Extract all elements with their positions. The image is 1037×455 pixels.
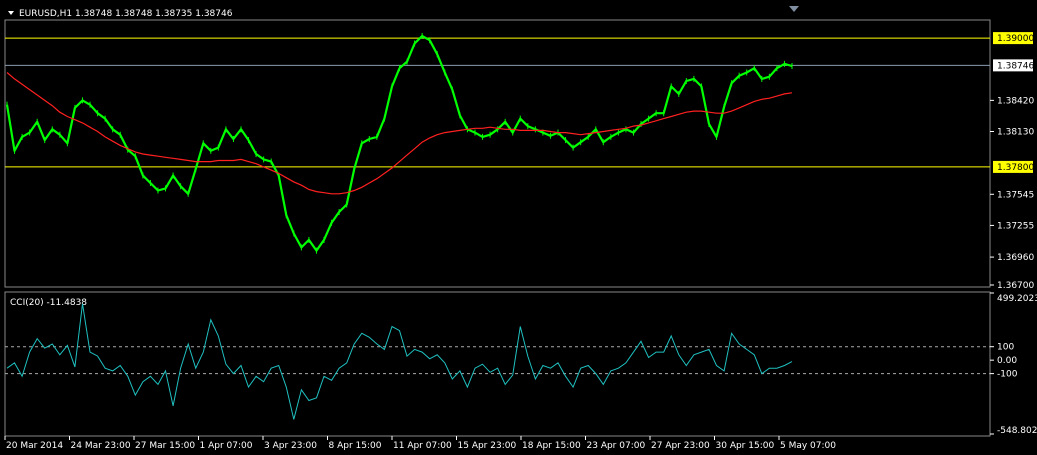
x-tick-label: 23 Apr 07:00 [587, 441, 646, 451]
trading-chart[interactable]: EURUSD,H1 1.38748 1.38748 1.38735 1.3874… [0, 0, 1037, 455]
y-tick-label: 1.36960 [997, 253, 1034, 263]
symbol-dropdown-icon[interactable] [8, 11, 14, 15]
x-tick-label: 11 Apr 07:00 [393, 441, 452, 451]
x-tick-label: 15 Apr 23:00 [458, 441, 517, 451]
y-tick-label: 1.38420 [997, 96, 1034, 106]
x-tick-label: 3 Apr 23:00 [264, 441, 317, 451]
cci-panel-frame [4, 291, 991, 437]
ohlc-readout: 1.38748 1.38748 1.38735 1.38746 [75, 9, 233, 19]
x-tick-label: 20 Mar 2014 [6, 441, 63, 451]
y-tick-label: 1.36700 [997, 281, 1034, 291]
level-label: 1.39000 [997, 34, 1034, 44]
cci-tick-label: 100 [997, 343, 1014, 353]
x-tick-label: 18 Apr 15:00 [522, 441, 581, 451]
x-tick-label: 27 Mar 15:00 [135, 441, 195, 451]
y-tick-label: 1.38130 [997, 127, 1034, 137]
x-tick-label: 1 Apr 07:00 [200, 441, 253, 451]
y-tick-label: 1.37545 [997, 190, 1034, 200]
price-panel-frame [4, 19, 991, 288]
cci-tick-label: -548.8021 [997, 426, 1037, 436]
symbol-label: EURUSD,H1 [19, 9, 72, 19]
cci-tick-label: -100 [997, 370, 1018, 380]
x-tick-label: 30 Apr 15:00 [716, 441, 775, 451]
level-label: 1.37800 [997, 163, 1034, 173]
x-tick-label: 5 May 07:00 [780, 441, 836, 451]
x-tick-label: 24 Mar 23:00 [71, 441, 131, 451]
x-tick-label: 27 Apr 23:00 [651, 441, 710, 451]
x-tick-label: 8 Apr 15:00 [329, 441, 382, 451]
y-tick-label: 1.37255 [997, 221, 1034, 231]
shift-marker-icon[interactable] [789, 6, 799, 12]
cci-series-line [6, 303, 793, 420]
cci-title: CCI(20) -11.4838 [10, 298, 87, 308]
cci-tick-label: 499.2023 [997, 294, 1037, 304]
current-price-label: 1.38746 [997, 61, 1034, 71]
cci-tick-label: 0.00 [997, 356, 1017, 366]
